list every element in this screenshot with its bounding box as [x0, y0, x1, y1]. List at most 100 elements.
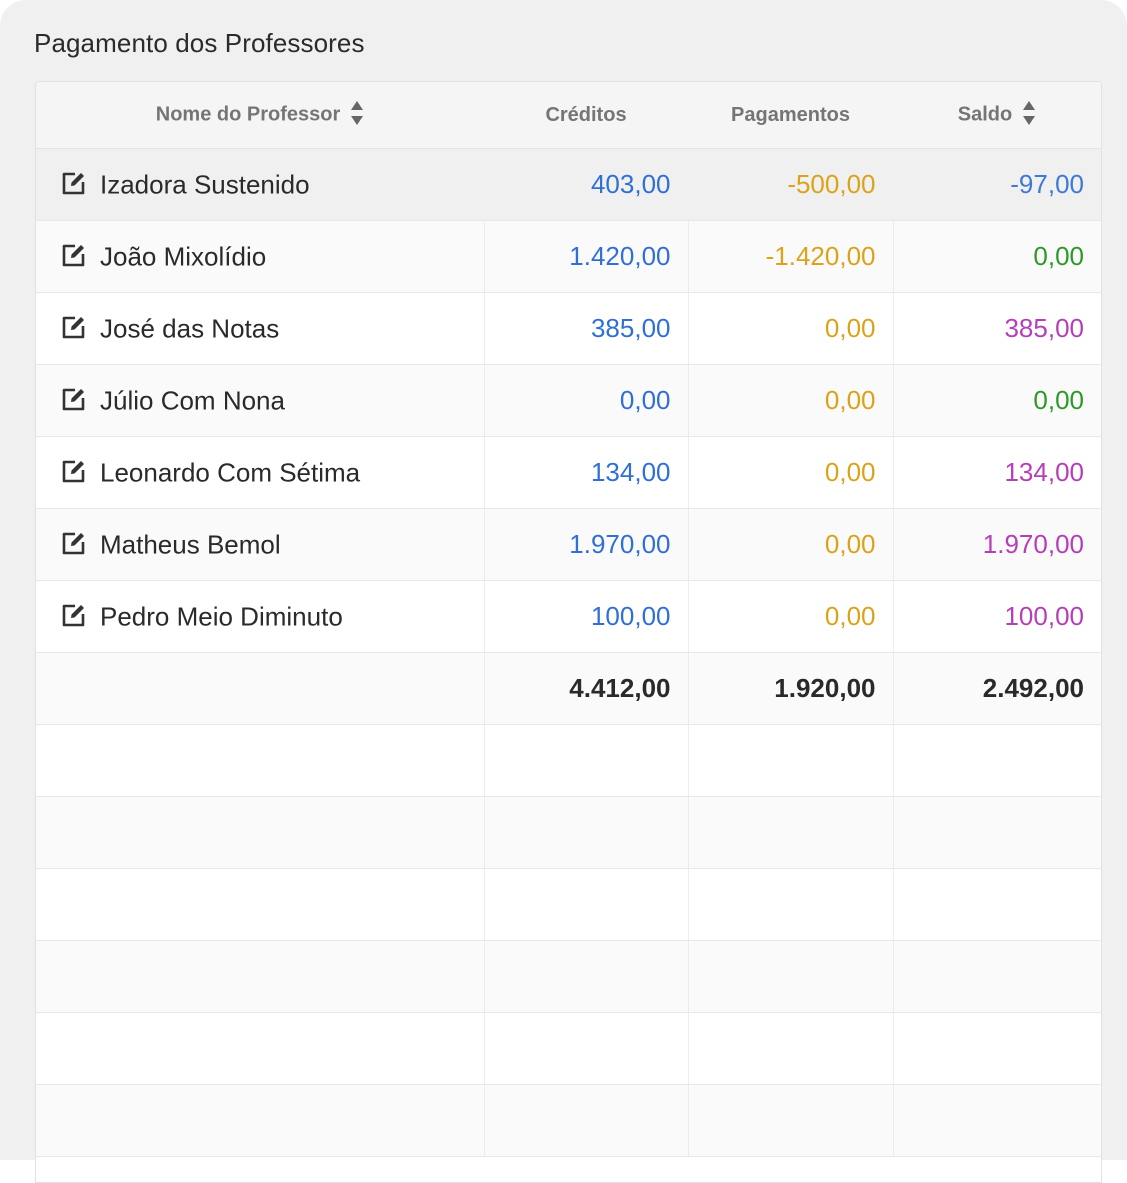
payments-cell: 0,00: [687, 580, 893, 653]
teacher-name-cell[interactable]: Leonardo Com Sétima: [36, 436, 484, 509]
empty-row: [36, 724, 1101, 797]
header-balance-label: Saldo: [957, 103, 1013, 126]
totals-row: 4.412,00 1.920,00 2.492,00: [36, 652, 1101, 725]
balance-cell: 385,00: [892, 292, 1101, 365]
credits-cell: 1.420,00: [483, 220, 688, 293]
header-payments: Pagamentos: [688, 82, 893, 149]
empty-cell: [36, 1084, 484, 1157]
table-row[interactable]: Matheus Bemol 1.970,00 0,00 1.970,00: [36, 508, 1101, 581]
teacher-payments-panel: Pagamento dos Professores Nome do Profes…: [0, 0, 1127, 1183]
balance-cell: 0,00: [892, 220, 1101, 293]
table-header-row: Nome do Professor Créditos Pagamentos Sa…: [36, 82, 1101, 149]
empty-row: [36, 796, 1101, 869]
header-credits-label: Créditos: [545, 103, 627, 126]
balance-cell: 134,00: [892, 436, 1101, 509]
panel-title: Pagamento dos Professores: [34, 28, 365, 58]
teacher-name: João Mixolídio: [100, 241, 267, 272]
teacher-name: José das Notas: [100, 313, 280, 344]
credits-cell: 385,00: [483, 292, 688, 365]
empty-cell: [687, 796, 893, 869]
empty-cell: [483, 1012, 688, 1085]
credits-cell: 0,00: [483, 364, 688, 437]
table-row[interactable]: João Mixolídio 1.420,00 -1.420,00 0,00: [36, 220, 1101, 293]
payments-table: Nome do Professor Créditos Pagamentos Sa…: [35, 81, 1102, 1183]
totals-label-cell: [36, 652, 484, 725]
empty-row: [36, 1084, 1101, 1157]
empty-cell: [36, 796, 484, 869]
payments-grid: Nome do Professor Créditos Pagamentos Sa…: [36, 82, 1101, 1157]
table-body: Izadora Sustenido 403,00 -500,00 -97,00 …: [36, 148, 1101, 1157]
edit-icon[interactable]: [60, 529, 88, 557]
teacher-name-cell[interactable]: Matheus Bemol: [36, 508, 484, 581]
edit-icon[interactable]: [60, 313, 88, 341]
table-row[interactable]: Júlio Com Nona 0,00 0,00 0,00: [36, 364, 1101, 437]
sort-icon[interactable]: [350, 100, 364, 126]
payments-cell: 0,00: [687, 292, 893, 365]
empty-row: [36, 940, 1101, 1013]
empty-cell: [687, 940, 893, 1013]
edit-icon[interactable]: [60, 601, 88, 629]
teacher-name-cell[interactable]: Pedro Meio Diminuto: [36, 580, 484, 653]
teacher-name: Izadora Sustenido: [100, 169, 310, 200]
empty-cell: [36, 868, 484, 941]
balance-cell: -97,00: [892, 148, 1101, 221]
empty-cell: [36, 724, 484, 797]
empty-cell: [687, 1084, 893, 1157]
balance-cell: 1.970,00: [892, 508, 1101, 581]
edit-icon[interactable]: [60, 169, 88, 197]
teacher-name: Júlio Com Nona: [100, 385, 285, 416]
empty-cell: [892, 796, 1101, 869]
teacher-name: Pedro Meio Diminuto: [100, 601, 343, 632]
empty-cell: [687, 1012, 893, 1085]
total-credits: 4.412,00: [483, 652, 688, 725]
header-balance[interactable]: Saldo: [893, 82, 1101, 149]
balance-cell: 100,00: [892, 580, 1101, 653]
header-payments-label: Pagamentos: [731, 103, 850, 126]
empty-cell: [892, 868, 1101, 941]
empty-cell: [483, 940, 688, 1013]
table-row[interactable]: Leonardo Com Sétima 134,00 0,00 134,00: [36, 436, 1101, 509]
teacher-name: Matheus Bemol: [100, 529, 281, 560]
balance-cell: 0,00: [892, 364, 1101, 437]
empty-row: [36, 868, 1101, 941]
empty-row: [36, 1012, 1101, 1085]
credits-cell: 134,00: [483, 436, 688, 509]
empty-cell: [483, 796, 688, 869]
edit-icon[interactable]: [60, 385, 88, 413]
payments-cell: 0,00: [687, 436, 893, 509]
table-row[interactable]: José das Notas 385,00 0,00 385,00: [36, 292, 1101, 365]
teacher-name-cell[interactable]: João Mixolídio: [36, 220, 484, 293]
payments-cell: -500,00: [687, 148, 893, 221]
header-teacher-name[interactable]: Nome do Professor: [36, 82, 484, 149]
teacher-name-cell[interactable]: Izadora Sustenido: [36, 148, 484, 221]
empty-cell: [483, 724, 688, 797]
empty-cell: [36, 940, 484, 1013]
empty-cell: [687, 724, 893, 797]
credits-cell: 100,00: [483, 580, 688, 653]
sort-icon[interactable]: [1022, 100, 1036, 126]
empty-cell: [36, 1012, 484, 1085]
total-balance: 2.492,00: [892, 652, 1101, 725]
total-payments: 1.920,00: [687, 652, 893, 725]
teacher-name-cell[interactable]: Júlio Com Nona: [36, 364, 484, 437]
empty-cell: [483, 1084, 688, 1157]
payments-cell: 0,00: [687, 364, 893, 437]
empty-cell: [483, 868, 688, 941]
payments-cell: 0,00: [687, 508, 893, 581]
empty-cell: [687, 868, 893, 941]
empty-cell: [892, 1084, 1101, 1157]
header-credits: Créditos: [484, 82, 688, 149]
table-row[interactable]: Izadora Sustenido 403,00 -500,00 -97,00: [36, 148, 1101, 221]
credits-cell: 403,00: [483, 148, 688, 221]
table-row[interactable]: Pedro Meio Diminuto 100,00 0,00 100,00: [36, 580, 1101, 653]
empty-cell: [892, 724, 1101, 797]
empty-cell: [892, 940, 1101, 1013]
credits-cell: 1.970,00: [483, 508, 688, 581]
empty-cell: [892, 1012, 1101, 1085]
edit-icon[interactable]: [60, 457, 88, 485]
header-teacher-name-label: Nome do Professor: [155, 103, 341, 126]
teacher-name-cell[interactable]: José das Notas: [36, 292, 484, 365]
teacher-name: Leonardo Com Sétima: [100, 457, 361, 488]
payments-cell: -1.420,00: [687, 220, 893, 293]
edit-icon[interactable]: [60, 241, 88, 269]
